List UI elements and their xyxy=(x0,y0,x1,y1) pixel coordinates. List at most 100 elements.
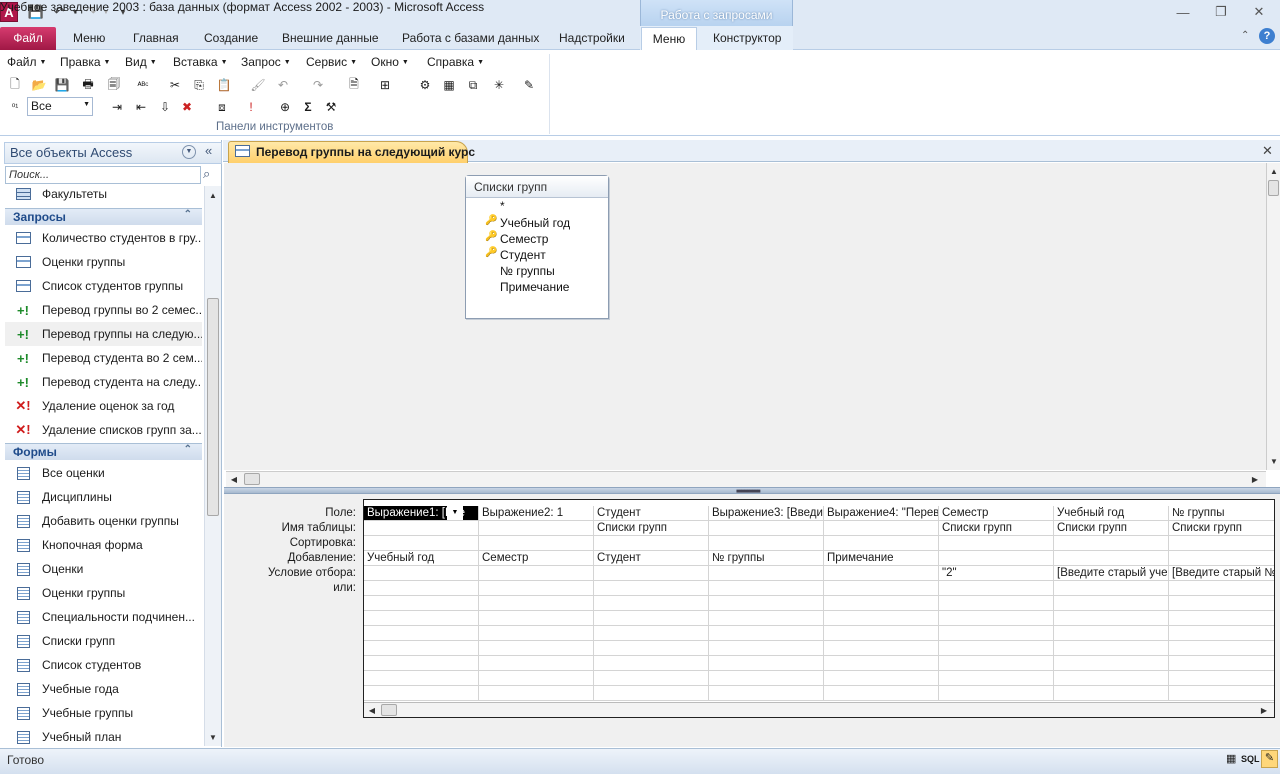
grid-cell-table[interactable] xyxy=(709,521,824,536)
code-icon[interactable]: ⚙ xyxy=(416,76,434,94)
list-item[interactable]: Факультеты xyxy=(5,184,202,204)
nav-form-item[interactable]: Кнопочная форма xyxy=(5,533,202,557)
minimize-icon[interactable]: — xyxy=(1168,2,1198,22)
scroll-up-icon[interactable]: ▲ xyxy=(1267,164,1280,178)
format-painter-icon[interactable]: 🖌 xyxy=(249,76,267,94)
grid-cell-empty[interactable] xyxy=(824,641,939,656)
print-preview-icon[interactable]: 🗐 xyxy=(105,76,123,94)
table-design-area[interactable] xyxy=(224,163,1266,470)
grid-cell-empty[interactable] xyxy=(939,686,1054,701)
grid-cell-empty[interactable] xyxy=(1054,671,1169,686)
grid-cell-empty[interactable] xyxy=(1054,611,1169,626)
grid-cell-field[interactable]: Студент xyxy=(594,506,709,521)
grid-cell-empty[interactable] xyxy=(479,686,594,701)
nav-search-input[interactable]: Поиск... xyxy=(5,166,201,184)
grid-cell-empty[interactable] xyxy=(939,611,1054,626)
field-item[interactable]: Студент xyxy=(500,248,546,262)
grid-cell-field[interactable]: № группы xyxy=(1169,506,1274,521)
menu-insert[interactable]: Вставка ▼ xyxy=(173,55,228,69)
menu-edit[interactable]: Правка ▼ xyxy=(60,55,110,69)
scroll-left-icon[interactable]: ◀ xyxy=(365,703,379,717)
grid-cell-sort[interactable] xyxy=(364,536,479,551)
design-icon[interactable]: ✎ xyxy=(520,76,538,94)
grid-cell-empty[interactable] xyxy=(1054,656,1169,671)
tab-design[interactable]: Конструктор xyxy=(709,27,785,50)
grid-cell-field[interactable]: Учебный год xyxy=(1054,506,1169,521)
grid-cell-empty[interactable] xyxy=(824,596,939,611)
close-document-icon[interactable]: ✕ xyxy=(1262,143,1273,159)
nav-query-item-selected[interactable]: +! Перевод группы на следую... xyxy=(5,322,202,346)
grid-cell-sort[interactable] xyxy=(1169,536,1274,551)
menu-file[interactable]: Файл ▼ xyxy=(7,55,46,69)
grid-cell-or[interactable] xyxy=(479,581,594,596)
grid-cell-empty[interactable] xyxy=(1169,671,1274,686)
office-links-icon[interactable]: 🗎 xyxy=(345,76,363,94)
cut-icon[interactable]: ✂ xyxy=(166,76,184,94)
grid-cell-empty[interactable] xyxy=(824,686,939,701)
grid-cell-table[interactable] xyxy=(479,521,594,536)
scroll-up-icon[interactable]: ▲ xyxy=(206,188,220,202)
pane-splitter[interactable]: ■■■■■■■■■ xyxy=(224,487,1280,495)
grid-cell-criteria[interactable] xyxy=(824,566,939,581)
field-item[interactable]: * xyxy=(500,199,505,213)
grid-cell-append[interactable]: Семестр xyxy=(479,551,594,566)
grid-cell-empty[interactable] xyxy=(709,626,824,641)
grid-cell-table[interactable]: Списки групп xyxy=(1054,521,1169,536)
collapse-nav-icon[interactable]: « xyxy=(205,143,212,158)
analyze-icon[interactable]: ⊞ xyxy=(376,76,394,94)
grid-cell-empty[interactable] xyxy=(479,671,594,686)
grid-cell-append[interactable]: Примечание xyxy=(824,551,939,566)
nav-query-item[interactable]: Список студентов группы xyxy=(5,274,202,298)
grid-cell-empty[interactable] xyxy=(709,611,824,626)
delete-columns-icon[interactable]: ✖ xyxy=(178,98,196,116)
nav-form-item[interactable]: Список студентов xyxy=(5,653,202,677)
design-horizontal-scrollbar[interactable]: ◀ ▶ xyxy=(226,471,1266,487)
nav-form-item[interactable]: Все оценки xyxy=(5,461,202,485)
scroll-down-icon[interactable]: ▼ xyxy=(1267,454,1280,468)
grid-cell-append[interactable]: № группы xyxy=(709,551,824,566)
query-design-grid[interactable]: Выражение1: [Вве ▼ Выражение2: 1 Студент Выр… xyxy=(363,499,1275,718)
grid-cell-field[interactable]: Выражение2: 1 xyxy=(479,506,594,521)
grid-cell-empty[interactable] xyxy=(364,671,479,686)
nav-query-item[interactable]: ✕! Удаление списков групп за... xyxy=(5,418,202,442)
grid-cell-empty[interactable] xyxy=(1054,626,1169,641)
nav-query-item[interactable]: Количество студентов в гру... xyxy=(5,226,202,250)
field-item[interactable]: № группы xyxy=(500,264,555,278)
close-icon[interactable]: ✕ xyxy=(1244,2,1274,22)
grid-cell-empty[interactable] xyxy=(479,656,594,671)
grid-cell-table[interactable]: Списки групп xyxy=(939,521,1054,536)
scroll-thumb[interactable] xyxy=(381,704,397,716)
grid-cell-empty[interactable] xyxy=(939,626,1054,641)
grid-cell-or[interactable] xyxy=(939,581,1054,596)
insert-rows-icon[interactable]: ⇥ xyxy=(108,98,126,116)
nav-form-item[interactable]: Учебные группы xyxy=(5,701,202,725)
grid-cell-empty[interactable] xyxy=(479,611,594,626)
grid-cell-empty[interactable] xyxy=(594,611,709,626)
grid-cell-append[interactable]: Учебный год xyxy=(364,551,479,566)
collapse-ribbon-icon[interactable]: ⌃ xyxy=(1241,30,1249,41)
grid-cell-empty[interactable] xyxy=(1169,641,1274,656)
field-item[interactable]: Семестр xyxy=(500,232,548,246)
open-icon[interactable]: 📂 xyxy=(30,76,48,94)
grid-cell-empty[interactable] xyxy=(1054,641,1169,656)
insert-columns-icon[interactable]: ⇩ xyxy=(156,98,174,116)
design-view-icon[interactable]: ✎ xyxy=(1261,750,1278,768)
grid-cell-sort[interactable] xyxy=(824,536,939,551)
grid-cell-append[interactable] xyxy=(1169,551,1274,566)
undo-icon[interactable]: ↶ xyxy=(274,76,292,94)
tab-menu-1[interactable]: Меню xyxy=(69,27,109,50)
scroll-thumb[interactable] xyxy=(244,473,260,485)
nav-form-item[interactable]: Добавить оценки группы xyxy=(5,509,202,533)
delete-rows-icon[interactable]: ⇤ xyxy=(132,98,150,116)
restore-icon[interactable]: ❐ xyxy=(1206,2,1236,22)
grid-cell-empty[interactable] xyxy=(1054,686,1169,701)
grid-cell-field[interactable]: Выражение3: [Введи xyxy=(709,506,824,521)
totals-icon[interactable]: Σ xyxy=(299,98,317,116)
search-icon[interactable]: ⌕ xyxy=(203,166,210,182)
grid-cell-append[interactable] xyxy=(939,551,1054,566)
grid-cell-sort[interactable] xyxy=(479,536,594,551)
tab-file[interactable]: Файл xyxy=(0,27,56,50)
scroll-thumb[interactable] xyxy=(1268,180,1279,196)
spelling-icon[interactable]: ᴬᴮᶜ xyxy=(134,76,152,94)
nav-form-item[interactable]: Дисциплины xyxy=(5,485,202,509)
